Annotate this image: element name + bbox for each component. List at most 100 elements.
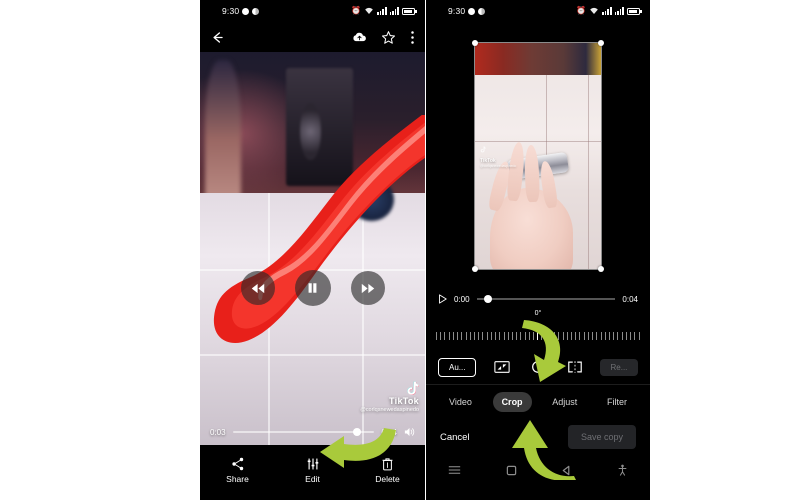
play-icon[interactable] <box>438 294 447 304</box>
ruler-tick <box>444 332 446 340</box>
handle-bottom-right[interactable] <box>598 266 604 272</box>
handle-top-right[interactable] <box>598 40 604 46</box>
right-phone-screen: 9:30 ⏰ TikTok @corlqsnewedaspinedo 0:00 … <box>426 0 650 500</box>
ruler-tick <box>638 332 640 340</box>
crop-image: TikTok @corlqsnewedaspinedo <box>475 43 601 269</box>
volume-icon[interactable] <box>404 427 415 437</box>
battery-icon <box>402 7 417 15</box>
status-time: 9:30 <box>448 6 466 16</box>
signal-icon <box>602 7 612 15</box>
half-moon-icon <box>252 7 260 15</box>
rotation-degrees-label: 0° <box>534 310 542 317</box>
edit-button[interactable]: Edit <box>283 457 343 484</box>
ruler-tick <box>549 332 551 340</box>
ruler-tick <box>524 332 526 340</box>
menu-icon[interactable] <box>448 465 461 475</box>
wifi-icon <box>365 7 374 14</box>
share-button[interactable]: Share <box>208 457 268 484</box>
alarm-icon: ⏰ <box>351 6 362 15</box>
scene-shoe <box>348 177 394 221</box>
tiktok-note-icon <box>407 381 419 395</box>
ruler-tick <box>478 332 480 340</box>
video-seek-row: 0:03 0:04 <box>200 427 425 437</box>
cloud-upload-icon[interactable] <box>352 31 367 43</box>
flip-icon[interactable] <box>564 356 586 378</box>
save-copy-button[interactable]: Save copy <box>567 425 636 449</box>
video-preview[interactable]: TikTok @corlqsnewedaspinedo 0:03 0:04 <box>200 52 425 445</box>
ruler-tick <box>499 332 501 340</box>
auto-button[interactable]: Au... <box>438 357 477 377</box>
star-outline-icon[interactable] <box>381 30 396 45</box>
crop-tool-row: Au... Re... <box>426 350 650 378</box>
status-time: 9:30 <box>222 6 240 16</box>
tab-video[interactable]: Video <box>440 392 481 412</box>
tab-adjust[interactable]: Adjust <box>543 392 586 412</box>
back-triangle-icon[interactable] <box>561 465 572 476</box>
ruler-tick <box>490 332 492 340</box>
ruler-tick <box>604 332 606 340</box>
left-phone-screen: 9:30 ⏰ TikTok @corlqsnewedaspinedo 0:03 … <box>200 0 425 500</box>
ruler-tick <box>528 332 530 340</box>
fast-forward-icon[interactable] <box>350 271 385 305</box>
ruler-tick <box>596 332 598 340</box>
seek-duration: 0:04 <box>381 427 397 437</box>
back-arrow-icon[interactable] <box>210 30 225 45</box>
cancel-button[interactable]: Cancel <box>440 432 470 443</box>
aspect-ratio-icon[interactable] <box>491 356 513 378</box>
seek-handle[interactable] <box>353 428 362 436</box>
ruler-tick <box>537 327 539 340</box>
left-android-navbar <box>200 492 425 500</box>
accessibility-icon[interactable] <box>617 464 628 476</box>
ruler-tick <box>600 332 602 340</box>
handle-top-left[interactable] <box>472 40 478 46</box>
tab-filter[interactable]: Filter <box>598 392 636 412</box>
ruler-tick <box>469 332 471 340</box>
ruler-tick <box>562 332 564 340</box>
editor-tabs: Video Crop Adjust Filter <box>426 384 650 418</box>
crop-seek-slider[interactable] <box>476 295 616 303</box>
ruler-tick <box>473 332 475 340</box>
ruler-tick <box>583 332 585 340</box>
ruler-tick <box>440 332 442 340</box>
screenshot-stage: 9:30 ⏰ TikTok @corlqsnewedaspinedo 0:03 … <box>0 0 800 500</box>
ruler-tick <box>634 332 636 340</box>
ruler-tick <box>587 332 589 340</box>
ruler-tick <box>541 332 543 340</box>
rotation-control[interactable]: 0° <box>426 310 650 350</box>
crop-preview-stage[interactable]: TikTok @corlqsnewedaspinedo <box>426 22 650 290</box>
status-left-group: 9:30 <box>448 6 486 16</box>
status-left-group: 9:30 <box>222 6 260 16</box>
pause-icon[interactable] <box>294 270 331 306</box>
ruler-tick <box>558 332 560 340</box>
crop-frame[interactable]: TikTok @corlqsnewedaspinedo <box>472 40 604 272</box>
rewind-icon[interactable] <box>240 271 275 305</box>
tab-crop[interactable]: Crop <box>492 391 532 412</box>
signal-icon-2 <box>389 7 399 15</box>
delete-button[interactable]: Delete <box>358 457 418 484</box>
ruler-tick <box>465 332 467 340</box>
seek-slider[interactable] <box>232 428 375 436</box>
crop-seek-duration: 0:04 <box>622 294 638 304</box>
ruler-tick <box>461 332 463 340</box>
rotation-ruler[interactable] <box>436 326 640 340</box>
handle-bottom-left[interactable] <box>472 266 478 272</box>
signal-icon <box>377 7 387 15</box>
share-label: Share <box>226 474 249 484</box>
status-right-group: ⏰ <box>576 7 642 15</box>
more-vertical-icon[interactable] <box>410 30 415 45</box>
ruler-tick <box>511 332 513 340</box>
tiktok-note-icon <box>480 146 486 153</box>
edit-sliders-icon <box>307 458 318 470</box>
ruler-tick <box>533 332 535 340</box>
crop-seek-row: 0:00 0:04 <box>426 290 650 304</box>
crop-tiktok-watermark: TikTok @corlqsnewedaspinedo <box>480 140 516 168</box>
watermark-username: @corlqsnewedaspinedo <box>360 407 419 413</box>
home-square-icon[interactable] <box>506 465 517 476</box>
crop-seek-handle[interactable] <box>483 295 492 303</box>
crop-seek-current: 0:00 <box>454 294 470 304</box>
reset-button[interactable]: Re... <box>599 358 638 376</box>
dot-icon <box>468 7 476 15</box>
rotate-icon[interactable] <box>527 356 549 378</box>
tile-seam <box>200 354 425 357</box>
ruler-tick <box>554 332 556 340</box>
